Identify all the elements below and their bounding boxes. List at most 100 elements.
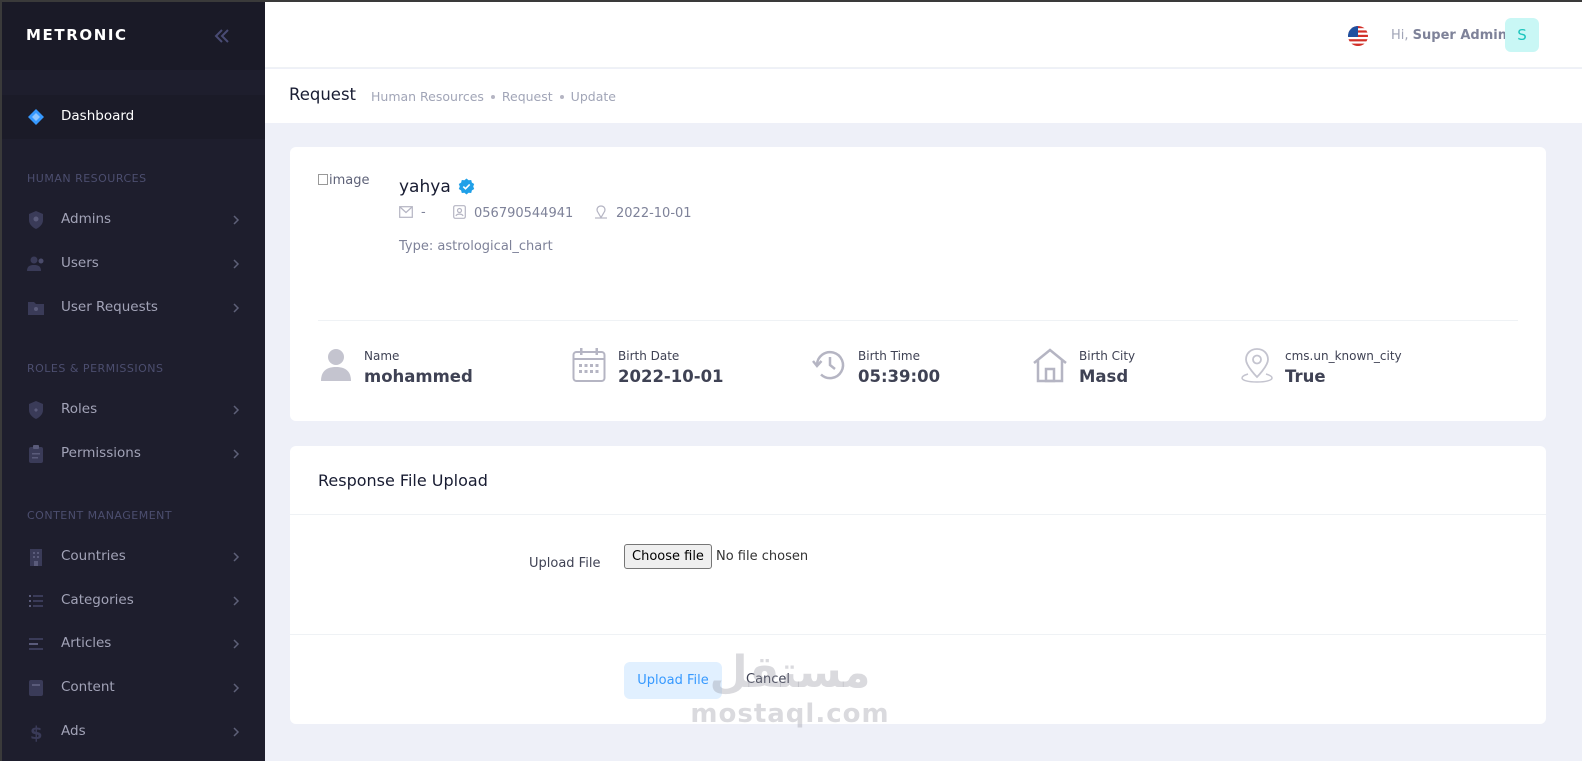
text-align-icon (29, 638, 43, 650)
chevron-right-icon (233, 596, 240, 606)
breadcrumb: Human Resources Request Update (371, 89, 616, 104)
shield-icon (29, 401, 43, 419)
sidebar-item-user-requests[interactable]: User Requests (2, 288, 265, 328)
stat-label: Birth Time (858, 349, 920, 363)
sidebar-item-ads[interactable]: $ Ads (2, 712, 265, 752)
type-label: Type: (399, 239, 434, 254)
location-icon (1241, 348, 1273, 383)
svg-text:$: $ (30, 723, 43, 742)
chevron-right-icon (233, 639, 240, 649)
divider (318, 320, 1518, 321)
phone-value: 056790544941 (474, 206, 574, 221)
breadcrumb-item[interactable]: Request (502, 89, 553, 104)
breadcrumb-item: Update (570, 89, 616, 104)
breadcrumb-item[interactable]: Human Resources (371, 89, 484, 104)
sidebar-item-label: Countries (61, 548, 126, 564)
stat-value: 2022-10-01 (618, 367, 724, 386)
document-icon (29, 680, 43, 696)
avatar[interactable]: S (1505, 18, 1539, 52)
users-icon (27, 256, 44, 271)
sidebar-item-countries[interactable]: Countries (2, 537, 265, 577)
file-status: No file chosen (716, 549, 809, 564)
greet-prefix: Hi, (1391, 28, 1409, 43)
chevron-right-icon (233, 259, 240, 269)
folder-user-icon (28, 302, 44, 315)
profile-type: Type: astrological_chart (399, 239, 553, 254)
user-greeting[interactable]: Hi, Super Admin (1391, 28, 1507, 43)
collapse-sidebar-icon[interactable] (210, 24, 234, 48)
date-value: 2022-10-01 (616, 206, 692, 221)
brand-bar: METRONIC (2, 2, 265, 70)
sidebar-item-label: Ads (61, 723, 86, 739)
sidebar-item-admins[interactable]: Admins (2, 200, 265, 240)
profile-email: - (399, 205, 426, 220)
stat-label: cms.un_known_city (1285, 349, 1402, 363)
broken-image-icon (318, 174, 328, 185)
sidebar-item-label: Dashboard (61, 108, 135, 124)
chevron-right-icon (233, 683, 240, 693)
sidebar-item-users[interactable]: Users (2, 244, 265, 284)
profile-image: image (318, 173, 370, 188)
top-header: Hi, Super Admin S (265, 2, 1582, 68)
page-toolbar: Request Human Resources Request Update (265, 69, 1582, 123)
sidebar-item-roles[interactable]: Roles (2, 390, 265, 430)
sidebar-item-articles[interactable]: Articles (2, 624, 265, 664)
stat-value: mohammed (364, 367, 473, 386)
diamond-icon (28, 109, 44, 125)
app-frame: METRONIC Dashboard HUMAN RESOURCES Admin… (0, 0, 1582, 761)
profile-phone: 056790544941 (453, 205, 573, 221)
chevron-right-icon (233, 405, 240, 415)
breadcrumb-separator (490, 94, 495, 99)
section-human-resources: HUMAN RESOURCES (27, 172, 147, 185)
stat-label: Name (364, 349, 400, 363)
calendar-icon (572, 348, 606, 382)
chevron-right-icon (233, 215, 240, 225)
sidebar-item-label: Categories (61, 592, 134, 608)
sidebar: METRONIC Dashboard HUMAN RESOURCES Admin… (2, 2, 265, 761)
stat-value: 05:39:00 (858, 367, 941, 386)
sidebar-item-content[interactable]: Content (2, 668, 265, 708)
chevron-right-icon (233, 552, 240, 562)
sidebar-item-dashboard[interactable]: Dashboard (2, 95, 265, 139)
home-icon (1033, 348, 1067, 383)
sidebar-item-label: Content (61, 679, 115, 695)
stat-label: Birth City (1079, 349, 1136, 363)
sidebar-item-permissions[interactable]: Permissions (2, 434, 265, 474)
brand-logo[interactable]: METRONIC (26, 26, 128, 44)
list-icon (29, 595, 43, 607)
verified-icon (458, 178, 475, 195)
us-flag-icon[interactable] (1348, 26, 1368, 46)
mail-icon (399, 206, 413, 218)
divider (290, 634, 1546, 635)
profile-name: yahya (399, 177, 451, 197)
stat-value: Masd (1079, 367, 1129, 386)
section-roles-permissions: ROLES & PERMISSIONS (27, 362, 164, 375)
section-content-management: CONTENT MANAGEMENT (27, 509, 173, 522)
chevron-right-icon (233, 303, 240, 313)
breadcrumb-separator (559, 94, 564, 99)
id-card-icon (453, 205, 466, 219)
card-title: Response File Upload (318, 471, 488, 490)
profile-date: 2022-10-01 (594, 205, 692, 221)
sidebar-item-label: User Requests (61, 299, 158, 315)
stat-value: True (1285, 367, 1326, 386)
dollar-icon: $ (30, 723, 43, 742)
history-icon (812, 350, 845, 380)
image-alt-text: image (329, 173, 370, 188)
cancel-button[interactable]: Cancel (746, 672, 790, 687)
stat-label: Birth Date (618, 349, 680, 363)
chevron-right-icon (233, 449, 240, 459)
page-title: Request (289, 85, 357, 104)
sidebar-item-label: Admins (61, 211, 112, 227)
response-upload-card: Response File Upload Upload File Choose … (290, 446, 1546, 724)
type-value: astrological_chart (437, 239, 553, 254)
upload-file-button[interactable]: Upload File (624, 662, 722, 699)
building-icon (30, 549, 42, 566)
upload-file-label: Upload File (529, 556, 601, 571)
person-icon (321, 349, 351, 381)
sidebar-item-categories[interactable]: Categories (2, 581, 265, 621)
clipboard-icon (29, 445, 43, 463)
sidebar-item-label: Roles (61, 401, 98, 417)
user-name: Super Admin (1412, 28, 1507, 43)
choose-file-button[interactable]: Choose file (624, 544, 712, 569)
